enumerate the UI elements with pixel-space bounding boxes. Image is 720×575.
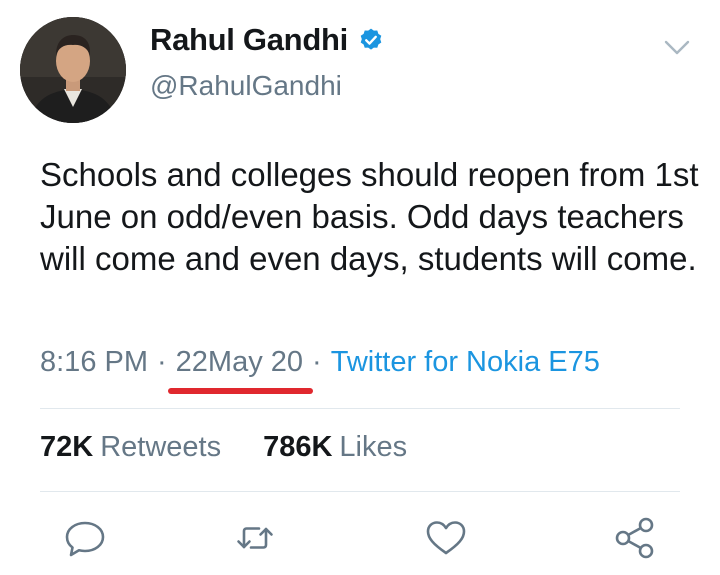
divider xyxy=(40,491,680,492)
likes-count: 786K xyxy=(263,431,333,463)
tweet-date-wrapper: 22May 20 xyxy=(167,346,314,394)
likes-label: Likes xyxy=(339,431,408,463)
heart-icon[interactable] xyxy=(423,515,469,561)
divider xyxy=(40,408,680,409)
tweet-time[interactable]: 8:16 PM xyxy=(40,346,148,379)
tweet-metadata: 8:16 PM · 22May 20 · Twitter for Nokia E… xyxy=(40,346,600,394)
red-underline-annotation xyxy=(167,388,314,394)
share-icon[interactable] xyxy=(612,515,658,561)
tweet-text: Schools and colleges should reopen from … xyxy=(40,156,699,277)
separator-dot: · xyxy=(157,346,167,378)
retweet-icon[interactable] xyxy=(232,515,278,561)
reply-icon[interactable] xyxy=(62,515,108,561)
display-name[interactable]: Rahul Gandhi xyxy=(150,22,348,58)
verified-badge-icon xyxy=(358,27,384,53)
separator-dot: · xyxy=(312,346,322,378)
retweets-label: Retweets xyxy=(100,431,222,463)
tweet-date[interactable]: 22May 20 xyxy=(176,346,303,378)
tweet-source-link[interactable]: Twitter for Nokia E75 xyxy=(331,346,600,379)
profile-avatar[interactable] xyxy=(20,17,126,123)
likes-stat[interactable]: 786K Likes xyxy=(263,431,407,464)
user-handle[interactable]: @RahulGandhi xyxy=(150,70,342,102)
retweets-count: 72K xyxy=(40,431,94,463)
engagement-stats: 72K Retweets 786K Likes xyxy=(40,431,407,464)
retweets-stat[interactable]: 72K Retweets xyxy=(40,431,221,464)
chevron-down-icon[interactable] xyxy=(662,36,692,58)
